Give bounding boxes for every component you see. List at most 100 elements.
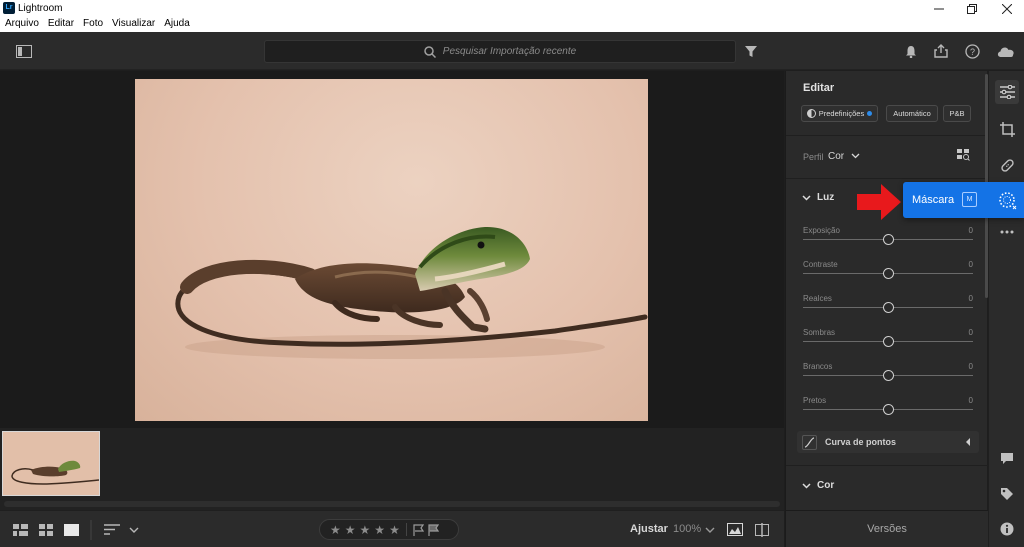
restore-button[interactable] [956, 0, 988, 17]
slider-value[interactable]: 0 [969, 328, 973, 337]
bw-button[interactable]: P&B [943, 105, 971, 122]
photo-grid-view-button[interactable] [13, 511, 28, 547]
notifications-button[interactable] [902, 32, 920, 70]
comments-button[interactable] [995, 446, 1019, 470]
flag-pick-icon[interactable] [413, 523, 424, 536]
shadows-slider[interactable]: Sombras 0 [803, 328, 973, 362]
edit-tool-button[interactable] [995, 80, 1019, 104]
bottom-toolbar: ★ ★ ★ ★ ★ Ajustar 100% [0, 510, 784, 547]
auto-label: Automático [893, 109, 931, 118]
fit-zoom-label[interactable]: Ajustar [630, 511, 668, 547]
presets-button[interactable]: Predefinições [801, 105, 878, 122]
more-tools-button[interactable] [995, 220, 1019, 244]
slider-knob[interactable] [883, 404, 894, 415]
color-section-header[interactable]: Cor [802, 480, 834, 491]
profile-dropdown[interactable]: Cor [828, 151, 860, 162]
profile-label: Perfil [803, 152, 824, 162]
slider-value[interactable]: 0 [969, 294, 973, 303]
slider-knob[interactable] [883, 336, 894, 347]
search-icon [424, 45, 436, 58]
menu-arquivo[interactable]: Arquivo [5, 17, 39, 32]
split-view-button[interactable] [755, 511, 769, 547]
help-button[interactable]: ? [963, 32, 981, 70]
slider-value[interactable]: 0 [969, 396, 973, 405]
star-2-icon[interactable]: ★ [345, 523, 356, 537]
crop-tool-button[interactable] [995, 117, 1019, 141]
exposure-slider[interactable]: Exposição 0 [803, 226, 973, 260]
filter-button[interactable] [743, 32, 759, 70]
profile-value: Cor [828, 151, 845, 162]
flag-reject-icon[interactable] [428, 523, 439, 536]
zoom-dropdown-button[interactable] [705, 511, 715, 547]
share-button[interactable] [932, 32, 950, 70]
slider-value[interactable]: 0 [969, 362, 973, 371]
chevron-down-icon [802, 482, 811, 489]
thumbnail-1[interactable] [2, 431, 100, 496]
square-grid-icon [39, 523, 53, 536]
auto-button[interactable]: Automático [886, 105, 938, 122]
star-4-icon[interactable]: ★ [374, 523, 385, 537]
square-grid-view-button[interactable] [39, 511, 53, 547]
slider-knob[interactable] [883, 302, 894, 313]
slider-label: Pretos [803, 396, 827, 405]
menu-foto[interactable]: Foto [83, 17, 103, 32]
minimize-button[interactable] [923, 0, 955, 17]
slider-label: Exposição [803, 226, 840, 235]
info-button[interactable] [995, 517, 1019, 541]
menu-editar[interactable]: Editar [48, 17, 74, 32]
menu-visualizar[interactable]: Visualizar [112, 17, 155, 32]
zoom-level[interactable]: 100% [673, 511, 701, 547]
help-icon: ? [964, 43, 980, 59]
share-icon [934, 44, 948, 58]
highlights-slider[interactable]: Realces 0 [803, 294, 973, 328]
star-5-icon[interactable]: ★ [389, 523, 400, 537]
mask-tool-popup[interactable]: Máscara M [903, 182, 1024, 218]
tool-strip [988, 71, 1024, 547]
close-button[interactable] [991, 0, 1023, 17]
sidebar-toggle-button[interactable] [14, 32, 34, 70]
blacks-slider[interactable]: Pretos 0 [803, 396, 973, 430]
slider-knob[interactable] [883, 268, 894, 279]
star-3-icon[interactable]: ★ [360, 523, 371, 537]
slider-label: Contraste [803, 260, 838, 269]
slider-label: Sombras [803, 328, 836, 337]
versions-button[interactable]: Versões [786, 510, 988, 547]
light-section-header[interactable]: Luz [802, 192, 834, 203]
main-photo[interactable] [135, 79, 648, 421]
profile-browser-button[interactable] [957, 149, 970, 164]
before-after-button[interactable] [727, 511, 743, 547]
split-view-icon [755, 522, 769, 537]
minimize-icon [934, 8, 944, 9]
filmstrip-scrollbar[interactable] [4, 501, 780, 507]
star-1-icon[interactable]: ★ [330, 523, 341, 537]
search-input[interactable]: Pesquisar Importação recente [264, 40, 736, 63]
bw-label: P&B [949, 109, 965, 118]
slider-knob[interactable] [883, 370, 894, 381]
contrast-slider[interactable]: Contraste 0 [803, 260, 973, 294]
slider-value[interactable]: 0 [969, 260, 973, 269]
menu-ajuda[interactable]: Ajuda [164, 17, 190, 32]
divider [786, 465, 988, 466]
detail-view-button[interactable] [64, 511, 79, 547]
toolbar-separator [90, 511, 92, 547]
tag-icon [1001, 488, 1013, 500]
divider [786, 135, 988, 136]
slider-knob[interactable] [883, 234, 894, 245]
presets-indicator-dot [867, 111, 873, 116]
cloud-sync-button[interactable] [995, 32, 1017, 70]
panel-title: Editar [803, 82, 835, 94]
sort-dropdown-button[interactable] [129, 511, 139, 547]
sort-button[interactable] [104, 511, 120, 547]
slider-value[interactable]: 0 [969, 226, 973, 235]
keywords-button[interactable] [995, 482, 1019, 506]
healing-tool-button[interactable] [995, 153, 1019, 177]
divider [786, 178, 988, 179]
point-curve-row[interactable]: Curva de pontos [797, 431, 979, 453]
rating-flag-control: ★ ★ ★ ★ ★ [319, 519, 459, 540]
svg-text:?: ? [969, 47, 974, 57]
mask-icon[interactable] [997, 190, 1017, 210]
whites-slider[interactable]: Brancos 0 [803, 362, 973, 396]
photo-canvas[interactable] [0, 71, 784, 428]
chevron-down-icon [705, 527, 715, 533]
cloud-icon [997, 46, 1014, 57]
